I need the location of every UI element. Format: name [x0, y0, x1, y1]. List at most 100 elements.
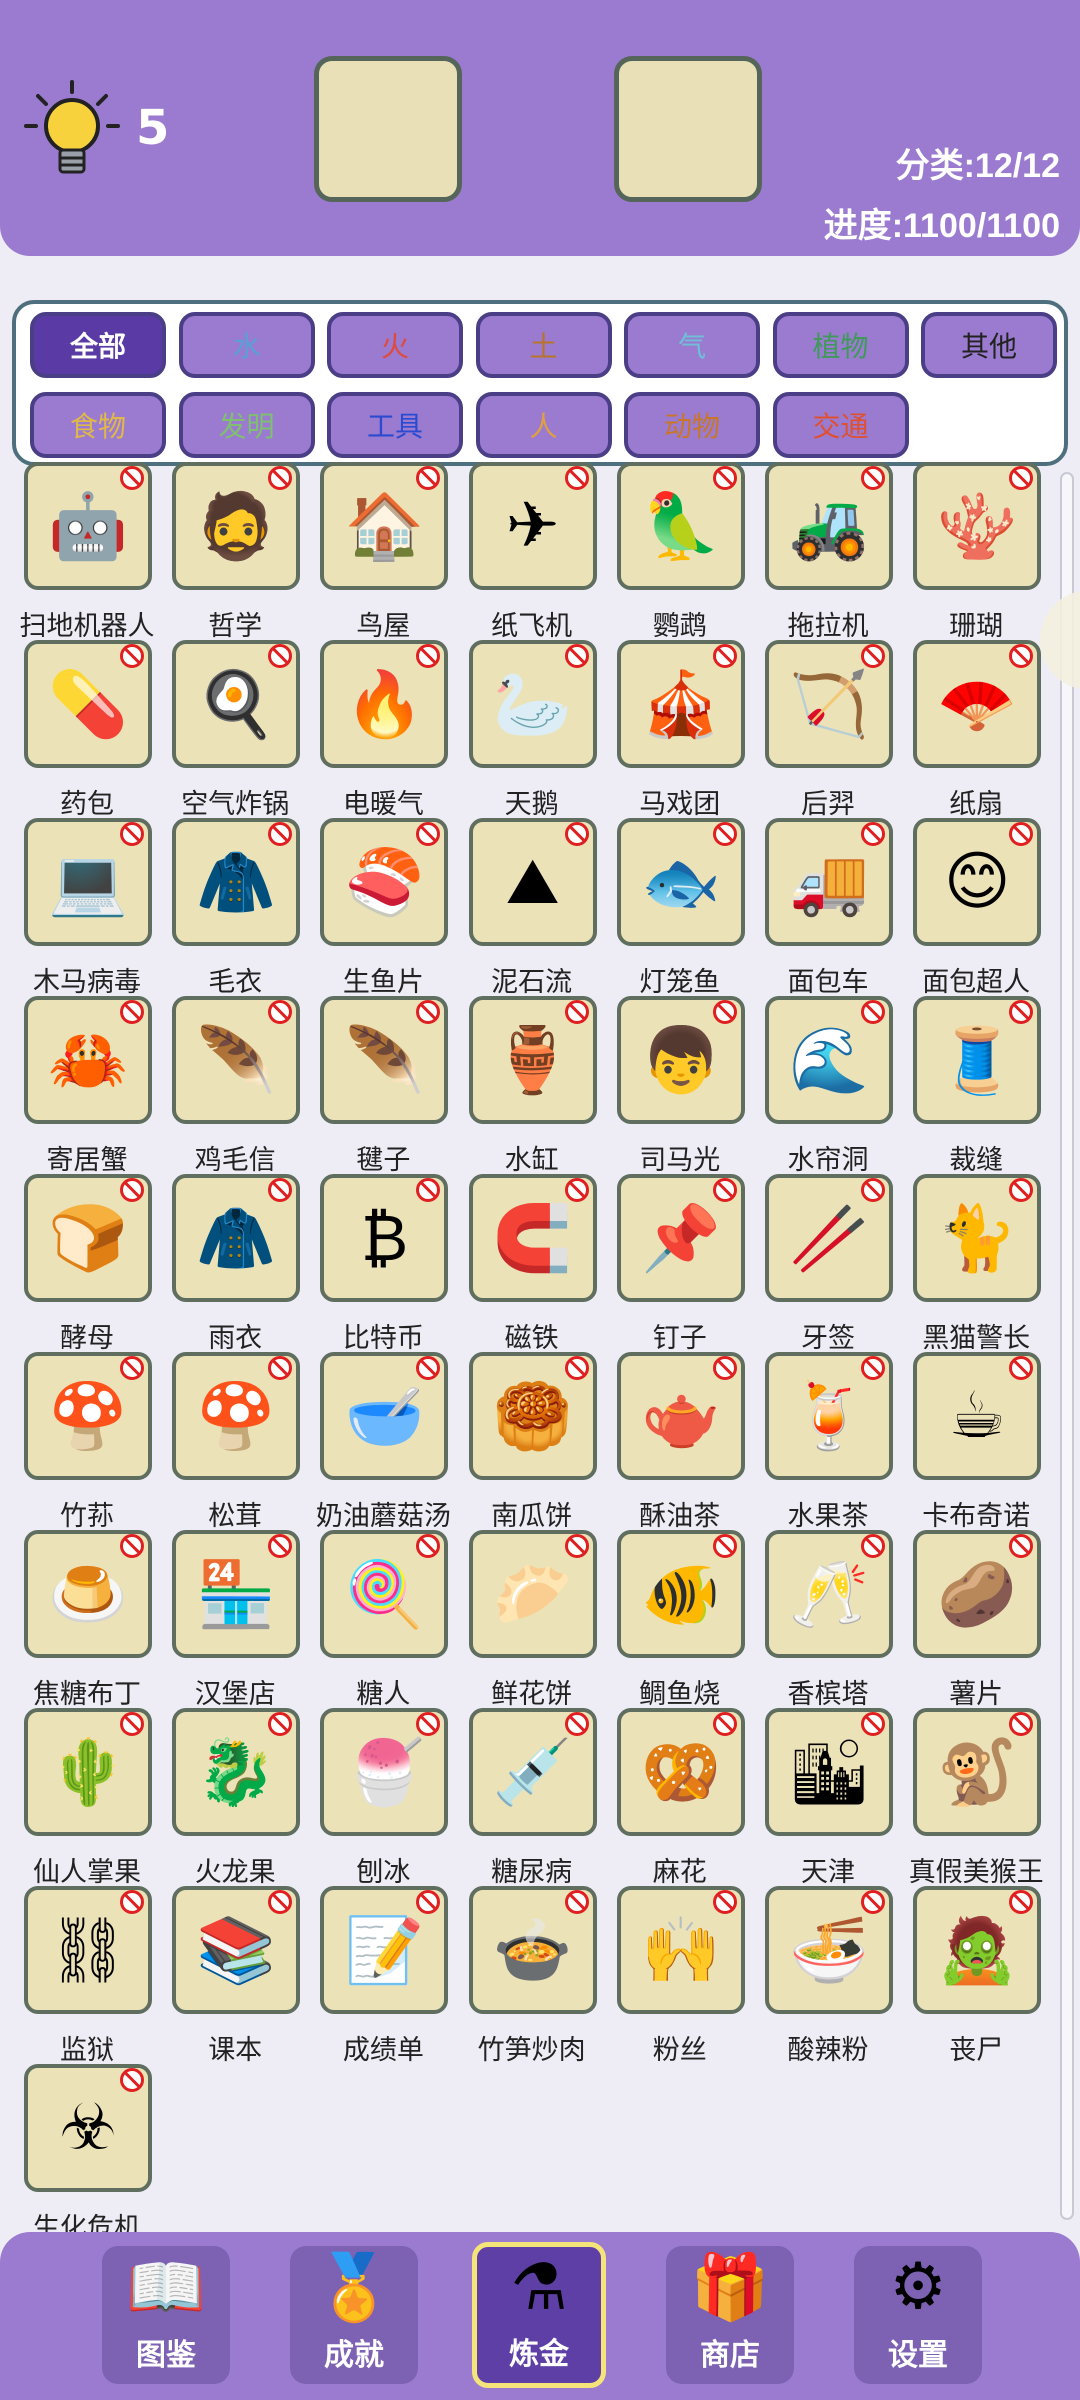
element-item[interactable]: ☣ 生化危机	[24, 2064, 172, 2244]
element-item[interactable]: 😊 面包超人	[913, 818, 1061, 998]
element-tile[interactable]: 🏪	[172, 1530, 301, 1658]
element-item[interactable]: 🦜 鹦鹉	[616, 462, 765, 642]
element-item[interactable]: 💉 糖尿病	[468, 1708, 617, 1888]
element-tile[interactable]: 💉	[468, 1708, 597, 1836]
filter-tab-7[interactable]: 食物	[30, 392, 166, 458]
element-item[interactable]: 📚 课本	[172, 1886, 320, 2066]
element-item[interactable]: 🐟 灯笼鱼	[616, 818, 765, 998]
element-item[interactable]: 🥮 南瓜饼	[468, 1352, 617, 1532]
element-item[interactable]: 🍹 水果茶	[765, 1352, 913, 1532]
combine-slot-left[interactable]	[314, 56, 462, 202]
element-tile[interactable]: 🥔	[913, 1530, 1042, 1658]
element-item[interactable]: 🍧 刨冰	[320, 1708, 468, 1888]
element-item[interactable]: 🍳 空气炸锅	[172, 640, 320, 820]
element-item[interactable]: 🤖 扫地机器人	[20, 462, 172, 642]
element-item[interactable]: 🥟 鲜花饼	[468, 1530, 617, 1710]
element-item[interactable]: 🪶 毽子	[320, 996, 468, 1176]
element-tile[interactable]: 🍳	[172, 640, 301, 768]
element-tile[interactable]: 🥨	[616, 1708, 745, 1836]
element-item[interactable]: 🏺 水缸	[468, 996, 617, 1176]
element-item[interactable]: 🥢 牙签	[765, 1174, 913, 1354]
element-tile[interactable]: 🧲	[468, 1174, 597, 1302]
filter-tab-2[interactable]: 火	[327, 312, 463, 378]
element-tile[interactable]: 🥢	[765, 1174, 893, 1302]
element-tile[interactable]: 🐉	[172, 1708, 301, 1836]
element-tile[interactable]: 🪶	[320, 996, 449, 1124]
element-tile[interactable]: ⛓	[24, 1886, 152, 2014]
element-item[interactable]: 👦 司马光	[616, 996, 765, 1176]
element-tile[interactable]: 🏙	[765, 1708, 893, 1836]
element-tile[interactable]: 🍮	[24, 1530, 152, 1658]
element-tile[interactable]: 🧔	[172, 462, 301, 590]
element-item[interactable]: 🐒 真假美猴王	[909, 1708, 1061, 1888]
element-item[interactable]: 🐉 火龙果	[172, 1708, 320, 1888]
element-item[interactable]: 🍄 松茸	[172, 1352, 320, 1532]
element-tile[interactable]: 🪭	[913, 640, 1042, 768]
element-tile[interactable]: 🐒	[913, 1708, 1042, 1836]
filter-tab-3[interactable]: 土	[475, 312, 612, 378]
filter-tab-9[interactable]: 工具	[327, 392, 463, 458]
element-tile[interactable]: 🍲	[468, 1886, 597, 2014]
element-item[interactable]: 🦢 天鹅	[468, 640, 617, 820]
element-tile[interactable]: 💻	[24, 818, 152, 946]
element-item[interactable]: 🪭 纸扇	[913, 640, 1061, 820]
element-item[interactable]: 🐈 黑猫警长	[913, 1174, 1061, 1354]
filter-tab-10[interactable]: 人	[475, 392, 612, 458]
element-item[interactable]: 🦀 寄居蟹	[24, 996, 172, 1176]
element-tile[interactable]: 🍭	[320, 1530, 449, 1658]
element-tile[interactable]: 🪸	[913, 462, 1042, 590]
element-tile[interactable]: 🐠	[616, 1530, 745, 1658]
element-item[interactable]: 🌊 水帘洞	[765, 996, 913, 1176]
element-item[interactable]: 🏹 后羿	[765, 640, 913, 820]
element-tile[interactable]: 🦀	[24, 996, 152, 1124]
element-item[interactable]: 🚚 面包车	[765, 818, 913, 998]
element-item[interactable]: 💻 木马病毒	[24, 818, 172, 998]
element-tile[interactable]: ☕	[913, 1352, 1042, 1480]
element-item[interactable]: 🍄 竹荪	[24, 1352, 172, 1532]
element-item[interactable]: 🧥 毛衣	[172, 818, 320, 998]
element-tile[interactable]: 🌊	[765, 996, 893, 1124]
element-item[interactable]: 🪶 鸡毛信	[172, 996, 320, 1176]
filter-tab-1[interactable]: 水	[178, 312, 315, 378]
element-item[interactable]: 📝 成绩单	[320, 1886, 468, 2066]
element-item[interactable]: 🌵 仙人掌果	[24, 1708, 172, 1888]
element-tile[interactable]: 🎪	[616, 640, 745, 768]
element-item[interactable]: 🥨 麻花	[616, 1708, 765, 1888]
element-tile[interactable]: 💊	[24, 640, 152, 768]
element-tile[interactable]: ☣	[24, 2064, 152, 2192]
element-tile[interactable]: 🏺	[468, 996, 597, 1124]
element-tile[interactable]: 📚	[172, 1886, 301, 2014]
element-item[interactable]: 🔥 电暖气	[320, 640, 468, 820]
element-item[interactable]: ☕ 卡布奇诺	[913, 1352, 1061, 1532]
element-tile[interactable]: 🍧	[320, 1708, 449, 1836]
element-item[interactable]: 🥣 奶油蘑菇汤	[316, 1352, 468, 1532]
element-item[interactable]: 🍞 酵母	[24, 1174, 172, 1354]
nav-alchemy-button[interactable]: ⚗ 炼金	[472, 2242, 606, 2388]
element-item[interactable]: 💊 药包	[24, 640, 172, 820]
element-item[interactable]: 🪸 珊瑚	[913, 462, 1061, 642]
lightbulb-hint-icon[interactable]	[22, 78, 122, 182]
element-item[interactable]: 🐠 鲷鱼烧	[616, 1530, 765, 1710]
element-item[interactable]: 🥔 薯片	[913, 1530, 1061, 1710]
nav-settings-button[interactable]: ⚙ 设置	[854, 2246, 982, 2384]
element-tile[interactable]: 🍜	[765, 1886, 893, 2014]
element-tile[interactable]: 🏹	[765, 640, 893, 768]
element-item[interactable]: 🥂 香槟塔	[765, 1530, 913, 1710]
element-tile[interactable]: 🧵	[913, 996, 1042, 1124]
element-tile[interactable]: 🚜	[765, 462, 893, 590]
filter-tab-12[interactable]: 交通	[772, 392, 909, 458]
element-tile[interactable]: 🥟	[468, 1530, 597, 1658]
element-item[interactable]: 📌 钉子	[616, 1174, 765, 1354]
element-item[interactable]: 🧵 裁缝	[913, 996, 1061, 1176]
element-item[interactable]: 🫖 酥油茶	[616, 1352, 765, 1532]
element-tile[interactable]: 🥮	[468, 1352, 597, 1480]
element-item[interactable]: ⛰ 泥石流	[468, 818, 617, 998]
element-tile[interactable]: 🐈	[913, 1174, 1042, 1302]
element-tile[interactable]: 🔥	[320, 640, 449, 768]
element-item[interactable]: 🧔 哲学	[172, 462, 320, 642]
element-tile[interactable]: 📝	[320, 1886, 449, 2014]
element-item[interactable]: 🧟 丧尸	[913, 1886, 1061, 2066]
element-item[interactable]: 🍣 生鱼片	[320, 818, 468, 998]
filter-tab-0[interactable]: 全部	[30, 312, 166, 378]
element-item[interactable]: 🧥 雨衣	[172, 1174, 320, 1354]
